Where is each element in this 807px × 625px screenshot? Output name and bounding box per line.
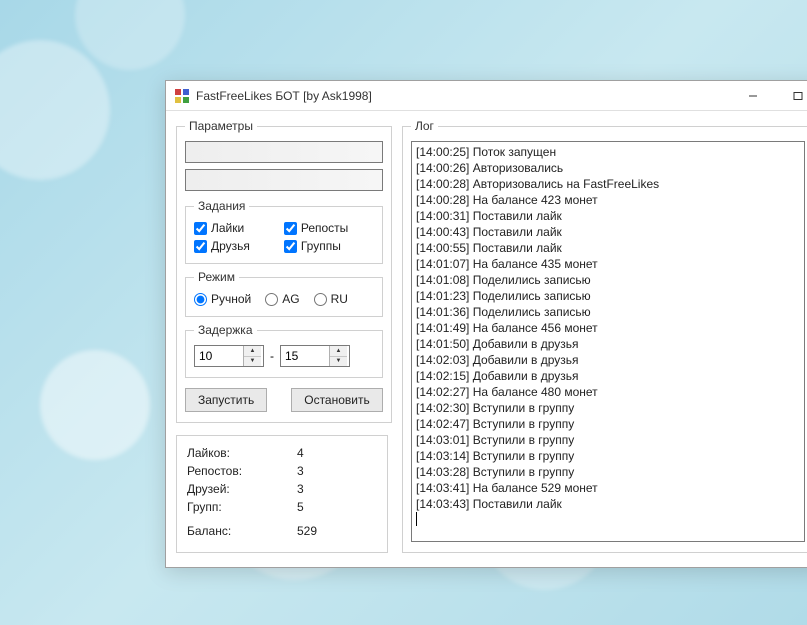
- delay-legend: Задержка: [194, 323, 257, 337]
- stats-row: Репостов:3: [187, 464, 377, 478]
- checkbox-likes[interactable]: Лайки: [194, 221, 284, 235]
- stats-label: Репостов:: [187, 464, 297, 478]
- log-line: [14:01:07] На балансе 435 монет: [416, 256, 800, 272]
- radio-ag[interactable]: AG: [265, 292, 299, 306]
- app-icon: [174, 88, 190, 104]
- log-line: [14:01:08] Поделились записью: [416, 272, 800, 288]
- log-line: [14:03:01] Вступили в группу: [416, 432, 800, 448]
- delay-to-input[interactable]: [281, 346, 329, 366]
- stats-value: 4: [297, 446, 304, 460]
- maximize-button[interactable]: [775, 82, 807, 110]
- checkbox-friends[interactable]: Друзья: [194, 239, 284, 253]
- log-line: [14:01:50] Добавили в друзья: [416, 336, 800, 352]
- delay-separator: -: [270, 349, 274, 363]
- log-line: [14:03:28] Вступили в группу: [416, 464, 800, 480]
- log-line: [14:01:36] Поделились записью: [416, 304, 800, 320]
- spin-up-icon[interactable]: ▲: [330, 346, 347, 357]
- stats-label: Баланс:: [187, 524, 297, 538]
- stats-label: Групп:: [187, 500, 297, 514]
- mode-group: Режим Ручной AG RU: [185, 270, 383, 317]
- log-line: [14:03:14] Вступили в группу: [416, 448, 800, 464]
- log-line: [14:02:15] Добавили в друзья: [416, 368, 800, 384]
- titlebar[interactable]: FastFreeLikes БОТ [by Ask1998]: [166, 81, 807, 111]
- start-button[interactable]: Запустить: [185, 388, 267, 412]
- stats-value: 529: [297, 524, 317, 538]
- stats-label: Лайков:: [187, 446, 297, 460]
- log-line: [14:01:49] На балансе 456 монет: [416, 320, 800, 336]
- stats-row: Баланс:529: [187, 524, 377, 538]
- log-line: [14:00:26] Авторизовались: [416, 160, 800, 176]
- login-input[interactable]: [185, 141, 383, 163]
- log-line: [14:00:28] На балансе 423 монет: [416, 192, 800, 208]
- log-line: [14:02:30] Вступили в группу: [416, 400, 800, 416]
- log-line: [14:02:27] На балансе 480 монет: [416, 384, 800, 400]
- stats-value: 3: [297, 482, 304, 496]
- password-input[interactable]: [185, 169, 383, 191]
- log-line: [14:01:23] Поделились записью: [416, 288, 800, 304]
- checkbox-groups[interactable]: Группы: [284, 239, 374, 253]
- log-line: [14:02:47] Вступили в группу: [416, 416, 800, 432]
- stats-label: Друзей:: [187, 482, 297, 496]
- log-legend: Лог: [411, 119, 438, 133]
- stop-button[interactable]: Остановить: [291, 388, 383, 412]
- log-line: [14:00:43] Поставили лайк: [416, 224, 800, 240]
- client-area: Параметры Задания Лайки Друзья Репосты Г…: [166, 111, 807, 567]
- tasks-legend: Задания: [194, 199, 249, 213]
- stats-row: Лайков:4: [187, 446, 377, 460]
- radio-manual[interactable]: Ручной: [194, 292, 251, 306]
- log-textarea[interactable]: [14:00:25] Поток запущен[14:00:26] Автор…: [411, 141, 805, 542]
- log-line: [14:00:25] Поток запущен: [416, 144, 800, 160]
- app-window: FastFreeLikes БОТ [by Ask1998] Параметры…: [165, 80, 807, 568]
- delay-from-input[interactable]: [195, 346, 243, 366]
- mode-legend: Режим: [194, 270, 239, 284]
- log-line: [14:00:31] Поставили лайк: [416, 208, 800, 224]
- text-caret: [416, 512, 417, 526]
- spin-down-icon[interactable]: ▼: [244, 357, 261, 367]
- right-column: Лог [14:00:25] Поток запущен[14:00:26] А…: [402, 119, 807, 553]
- params-group: Параметры Задания Лайки Друзья Репосты Г…: [176, 119, 392, 423]
- stats-row: Групп:5: [187, 500, 377, 514]
- spin-down-icon[interactable]: ▼: [330, 357, 347, 367]
- log-group: Лог [14:00:25] Поток запущен[14:00:26] А…: [402, 119, 807, 553]
- spin-up-icon[interactable]: ▲: [244, 346, 261, 357]
- stats-value: 5: [297, 500, 304, 514]
- log-line: [14:02:03] Добавили в друзья: [416, 352, 800, 368]
- stats-row: Друзей:3: [187, 482, 377, 496]
- log-line: [14:00:55] Поставили лайк: [416, 240, 800, 256]
- stats-value: 3: [297, 464, 304, 478]
- log-line: [14:03:41] На балансе 529 монет: [416, 480, 800, 496]
- window-title: FastFreeLikes БОТ [by Ask1998]: [196, 89, 730, 103]
- radio-ru[interactable]: RU: [314, 292, 348, 306]
- left-column: Параметры Задания Лайки Друзья Репосты Г…: [176, 119, 388, 553]
- tasks-group: Задания Лайки Друзья Репосты Группы: [185, 199, 383, 264]
- delay-group: Задержка ▲▼ - ▲▼: [185, 323, 383, 378]
- delay-to-spinner[interactable]: ▲▼: [280, 345, 350, 367]
- checkbox-reposts[interactable]: Репосты: [284, 221, 374, 235]
- log-line: [14:03:43] Поставили лайк: [416, 496, 800, 512]
- delay-from-spinner[interactable]: ▲▼: [194, 345, 264, 367]
- stats-panel: Лайков:4Репостов:3Друзей:3Групп:5Баланс:…: [176, 435, 388, 553]
- minimize-button[interactable]: [730, 82, 775, 110]
- params-legend: Параметры: [185, 119, 257, 133]
- log-line: [14:00:28] Авторизовались на FastFreeLik…: [416, 176, 800, 192]
